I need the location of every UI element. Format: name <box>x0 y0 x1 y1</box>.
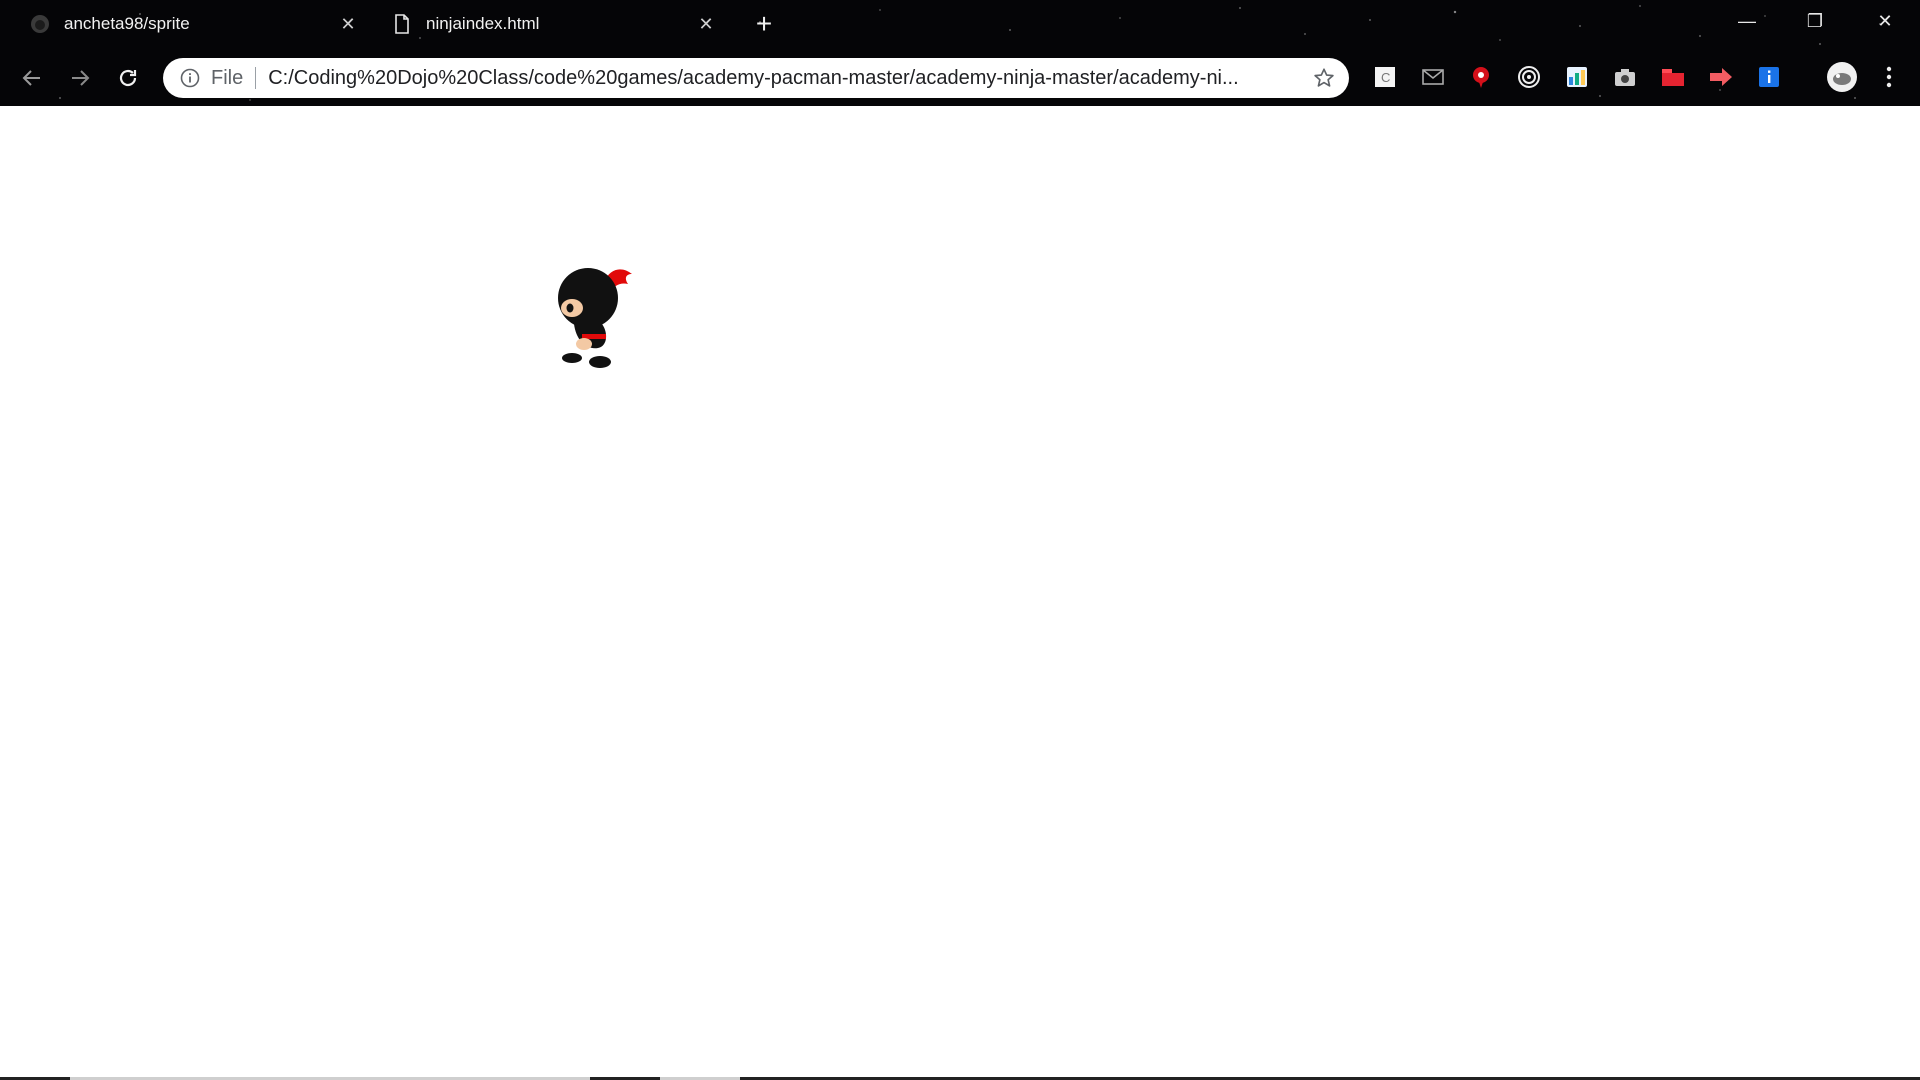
target-icon[interactable] <box>1516 64 1542 90</box>
tab-github-sprite[interactable]: ancheta98/sprite <box>30 6 190 42</box>
minimize-button[interactable]: — <box>1732 8 1762 34</box>
file-icon <box>392 14 412 34</box>
ninja-sprite <box>558 268 632 368</box>
red-folder-icon[interactable] <box>1660 64 1686 90</box>
profile-avatar[interactable] <box>1826 61 1858 93</box>
camera-icon[interactable] <box>1612 64 1638 90</box>
avatar-icon <box>1827 62 1857 92</box>
tab-close-button[interactable]: ✕ <box>338 14 358 34</box>
red-arrow-icon[interactable] <box>1708 64 1734 90</box>
info-blue-icon[interactable] <box>1756 64 1782 90</box>
close-icon: ✕ <box>698 14 714 34</box>
close-icon: ✕ <box>340 14 356 34</box>
c-icon[interactable]: C <box>1372 64 1398 90</box>
close-window-button[interactable]: ✕ <box>1870 8 1900 34</box>
colorful-tile-icon[interactable] <box>1564 64 1590 90</box>
reload-icon <box>119 69 137 87</box>
minimize-icon: — <box>1738 11 1756 31</box>
tab-close-button[interactable]: ✕ <box>696 14 716 34</box>
github-icon <box>30 14 50 34</box>
address-bar[interactable]: File C:/Coding%20Dojo%20Class/code%20gam… <box>163 58 1349 98</box>
arrow-right-icon <box>72 70 90 86</box>
menu-button[interactable] <box>1876 64 1902 90</box>
kebab-menu-icon <box>1886 66 1892 88</box>
new-tab-button[interactable]: + <box>750 10 778 38</box>
red-pin-icon[interactable] <box>1468 64 1494 90</box>
scheme-label: File <box>211 66 244 89</box>
reload-button[interactable] <box>112 62 144 94</box>
back-button[interactable] <box>16 62 48 94</box>
browser-chrome: ancheta98/sprite ✕ ninjaindex.html ✕ + —… <box>0 0 1920 106</box>
close-icon: ✕ <box>1877 11 1893 31</box>
divider <box>255 67 257 89</box>
tab-ninjaindex[interactable]: ninjaindex.html <box>392 6 539 42</box>
tab-title: ninjaindex.html <box>426 14 540 33</box>
forward-button[interactable] <box>64 62 96 94</box>
arrow-left-icon <box>22 70 40 86</box>
page-viewport <box>0 106 1920 1080</box>
url-text[interactable]: C:/Coding%20Dojo%20Class/code%20games/ac… <box>268 67 1298 90</box>
info-icon[interactable] <box>179 67 201 89</box>
plus-icon: + <box>755 8 773 39</box>
svg-text:C: C <box>1381 70 1390 85</box>
bookmark-star-icon[interactable] <box>1313 67 1335 89</box>
mail-icon[interactable] <box>1420 64 1446 90</box>
restore-button[interactable]: ❐ <box>1800 8 1830 34</box>
tab-title: ancheta98/sprite <box>64 14 190 33</box>
restore-icon: ❐ <box>1806 11 1824 31</box>
